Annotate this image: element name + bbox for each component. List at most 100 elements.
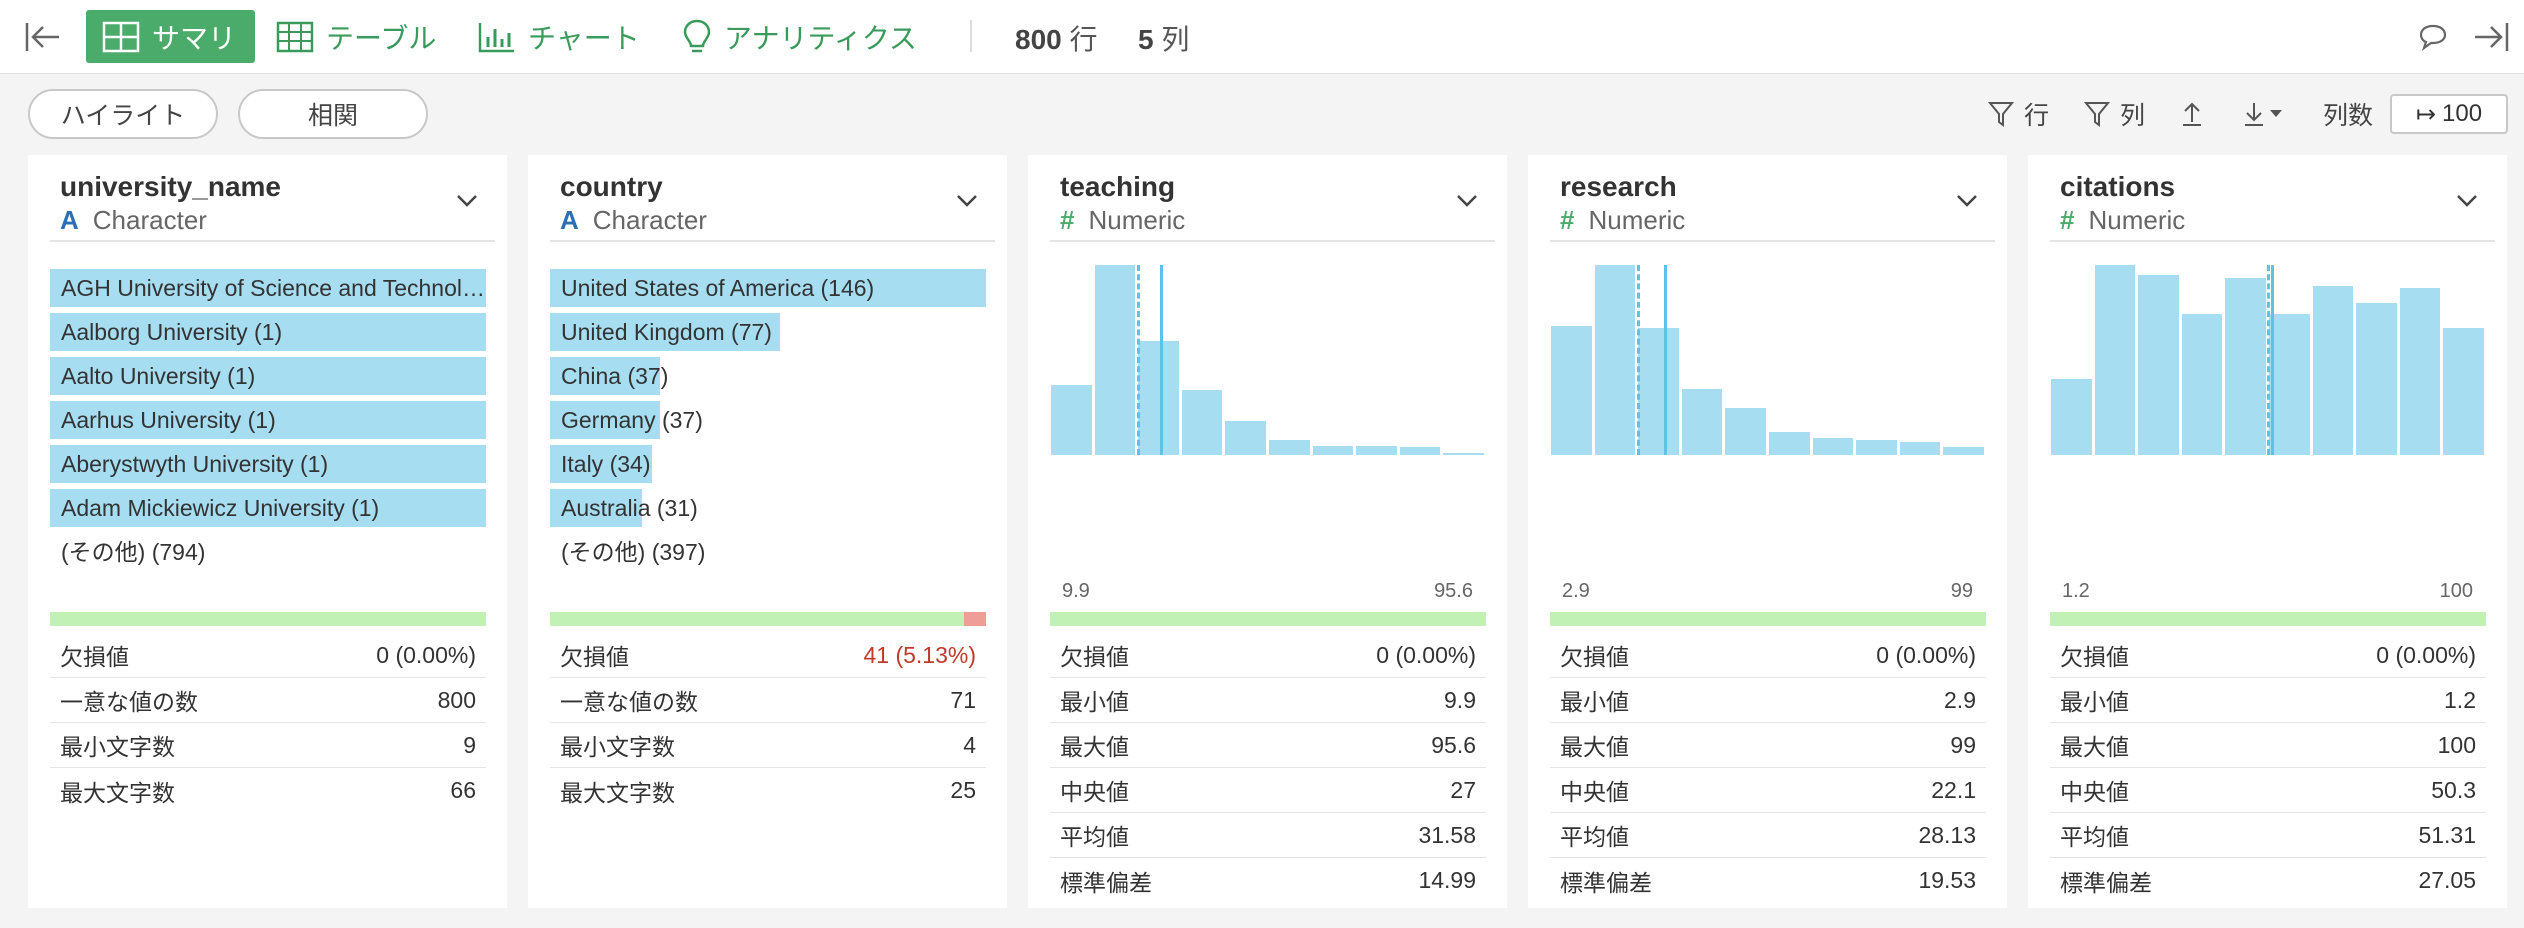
data-quality-bar[interactable]	[550, 612, 986, 626]
column-card-teaching: teaching # Numeric 9.9 95.6 欠損値 0 (0.00%) 最小値 9.…	[1028, 155, 1507, 908]
chevron-down-icon[interactable]	[1455, 189, 1479, 213]
histogram-bar[interactable]	[1051, 384, 1092, 455]
histogram-bar[interactable]	[1681, 388, 1723, 455]
stat-row: 最小値 9.9	[1050, 678, 1486, 723]
sort-descending-icon	[2245, 103, 2282, 126]
value-frequency-item[interactable]: Australia (31)	[550, 489, 986, 527]
chevron-down-icon[interactable]	[955, 189, 979, 213]
data-quality-bar[interactable]	[1550, 612, 1986, 626]
tab-analytics[interactable]: アナリティクス	[682, 10, 917, 63]
histogram-bar[interactable]	[1725, 407, 1766, 455]
stat-row: 平均値 31.58	[1050, 813, 1486, 858]
stat-value: 71	[950, 686, 976, 713]
sort-descending-dropdown[interactable]	[2242, 97, 2296, 131]
collapse-left-icon[interactable]	[20, 14, 66, 60]
histogram-bar[interactable]	[1443, 453, 1484, 455]
histogram-bar[interactable]	[1899, 441, 1941, 455]
histogram-bar[interactable]	[1399, 447, 1441, 455]
data-quality-bar[interactable]	[2050, 612, 2486, 626]
numeric-type-icon: #	[1060, 205, 1075, 235]
column-stats: 欠損値 0 (0.00%) 最小値 1.2 最大値 100 中央値 50.3 平均値 51.31 標…	[2050, 633, 2486, 903]
histogram-bar[interactable]	[2181, 314, 2223, 455]
value-frequency-label: Adam Mickiewicz University (1)	[61, 495, 380, 521]
stat-label: 最大文字数	[60, 779, 175, 806]
histogram-bar[interactable]	[1094, 265, 1136, 455]
histogram-bar[interactable]	[1769, 432, 1810, 455]
histogram-bar[interactable]	[1225, 420, 1266, 455]
column-type-label: Numeric	[1588, 205, 1686, 235]
histogram-bar[interactable]	[1138, 341, 1179, 455]
histogram-bar[interactable]	[1856, 439, 1897, 455]
tab-table[interactable]: テーブル	[276, 10, 436, 63]
stat-value: 0 (0.00%)	[1876, 641, 1976, 668]
stat-row: 最小文字数 4	[550, 723, 986, 768]
value-frequency-item[interactable]: United States of America (146)	[550, 269, 986, 307]
tab-summary[interactable]: サマリ	[86, 10, 255, 63]
stat-row: 最大値 99	[1550, 723, 1986, 768]
toolbar-separator	[970, 20, 972, 52]
histogram-bar[interactable]	[1594, 265, 1636, 455]
stat-label: 一意な値の数	[60, 689, 198, 715]
correlation-button[interactable]: 相関	[238, 89, 428, 139]
histogram-bar[interactable]	[2443, 327, 2484, 455]
value-frequency-item[interactable]: (その他) (397)	[550, 533, 986, 571]
histogram-bar[interactable]	[1312, 445, 1354, 455]
histogram-bar[interactable]	[1181, 390, 1223, 455]
value-frequency-item[interactable]: (その他) (794)	[50, 533, 486, 571]
value-frequency-item[interactable]: United Kingdom (77)	[550, 313, 986, 351]
columns-count-input[interactable]: ↦ 100	[2390, 94, 2508, 134]
stat-row: 一意な値の数 800	[50, 678, 486, 723]
collapse-right-icon[interactable]	[2468, 14, 2514, 60]
stat-row: 欠損値 41 (5.13%)	[550, 633, 986, 678]
histogram-bar[interactable]	[1812, 437, 1854, 455]
value-frequency-item[interactable]: Aalborg University (1)	[50, 313, 486, 351]
histogram-bar[interactable]	[2399, 287, 2441, 455]
histogram	[2050, 265, 2486, 455]
histogram-bar[interactable]	[1269, 439, 1310, 455]
histogram-bar[interactable]	[1943, 447, 1984, 455]
filter-cols-button[interactable]: 列	[2084, 97, 2145, 131]
median-line	[1136, 265, 1140, 455]
data-quality-bar[interactable]	[50, 612, 486, 626]
value-frequency-item[interactable]: AGH University of Science and Technology…	[50, 269, 486, 307]
column-type: # Numeric	[1060, 205, 1185, 236]
histogram-bar[interactable]	[2269, 314, 2310, 455]
histogram-bar[interactable]	[2138, 274, 2179, 455]
value-frequency-item[interactable]: Aberystwyth University (1)	[50, 445, 486, 483]
bar-chart-icon	[478, 22, 514, 52]
stat-value: 27	[1450, 776, 1476, 803]
highlight-button[interactable]: ハイライト	[28, 89, 218, 139]
value-frequency-item[interactable]: Germany (37)	[550, 401, 986, 439]
chevron-down-icon[interactable]	[2455, 189, 2479, 213]
histogram-bar[interactable]	[1551, 325, 1592, 455]
filter-cols-label: 列	[2120, 102, 2146, 130]
stat-label: 最大値	[1060, 734, 1129, 760]
data-quality-bar[interactable]	[1050, 612, 1486, 626]
value-frequency-item[interactable]: Aarhus University (1)	[50, 401, 486, 439]
histogram-bar[interactable]	[2051, 379, 2092, 455]
chevron-down-icon[interactable]	[455, 189, 479, 213]
column-type-label: Numeric	[1088, 205, 1186, 235]
filter-rows-button[interactable]: 行	[1988, 97, 2049, 131]
stat-value: 27.05	[2418, 867, 2476, 893]
histogram-max-label: 100	[2439, 580, 2473, 602]
chevron-down-icon[interactable]	[1955, 189, 1979, 213]
histogram-bar[interactable]	[2356, 303, 2397, 455]
histogram-bar[interactable]	[2094, 265, 2136, 455]
histogram-bar[interactable]	[2312, 285, 2354, 455]
value-frequency-item[interactable]: China (37)	[550, 357, 986, 395]
stat-row: 最小値 2.9	[1550, 678, 1986, 723]
histogram-bar[interactable]	[1356, 445, 1397, 455]
sort-ascending-icon[interactable]	[2180, 97, 2214, 131]
stat-label: 最小文字数	[60, 734, 175, 760]
histogram-bar[interactable]	[1638, 327, 1679, 455]
tab-chart[interactable]: チャート	[478, 10, 640, 63]
comment-icon[interactable]	[2410, 14, 2456, 60]
value-frequency-item[interactable]: Italy (34)	[550, 445, 986, 483]
value-frequency-item[interactable]: Adam Mickiewicz University (1)	[50, 489, 486, 527]
row-count-unit: 行	[1069, 24, 1098, 55]
histogram-bar[interactable]	[2225, 278, 2266, 455]
value-frequency-item[interactable]: Aalto University (1)	[50, 357, 486, 395]
stat-label: 標準偏差	[1060, 869, 1152, 896]
stat-value: 2.9	[1944, 686, 1976, 713]
